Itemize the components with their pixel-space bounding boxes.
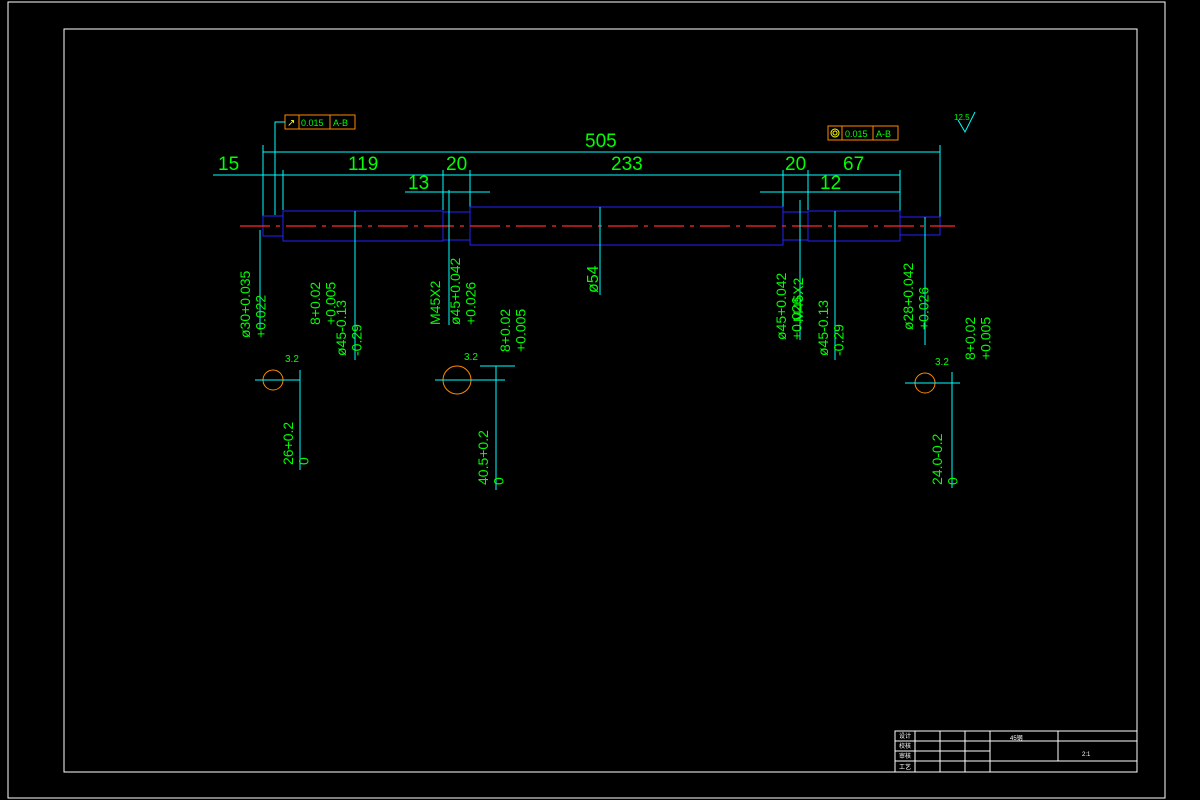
shaft-outline xyxy=(240,206,955,246)
dim-seg-20a: 20 xyxy=(446,154,467,175)
dim-left-end-dia: ø30+0.035+0.022 xyxy=(237,270,268,338)
dim-seg-233: 233 xyxy=(611,154,643,175)
dim-overall-length: 505 xyxy=(585,131,617,152)
section-view-1: 3.2 26+0.20 xyxy=(255,354,311,470)
section2-roughness: 3.2 xyxy=(464,352,478,363)
sheet-outer-border xyxy=(7,1,1166,799)
tb-scale: 2:1 xyxy=(1082,752,1091,758)
fcf-right-datum: A-B xyxy=(876,129,891,139)
dim-center-dia: ø54 xyxy=(585,265,602,293)
section-view-3: 3.2 24.0-0.20 8+0.02+0.005 xyxy=(905,317,993,488)
tb-material: 45钢 xyxy=(1010,734,1023,742)
dim-section2-width: 8+0.02+0.005 xyxy=(497,309,528,352)
fcf-left-datum: A-B xyxy=(333,118,348,128)
fcf-left: ↗ 0.015 A-B xyxy=(274,114,356,215)
tb-label-process: 工艺 xyxy=(899,763,911,771)
roughness-main: 12.5 xyxy=(954,111,976,134)
dim-seg-67: 67 xyxy=(843,154,864,175)
dim-right-bearing-dia: ø45-0.13-0.29 xyxy=(815,300,846,356)
dim-section1-key: 26+0.20 xyxy=(280,422,311,465)
dim-section3-width: 8+0.02+0.005 xyxy=(962,317,993,360)
dim-right-end-dia: ø28+0.042+0.026 xyxy=(900,262,931,330)
dim-left-thread: M45X2 xyxy=(427,280,443,325)
tb-label-check: 校核 xyxy=(899,742,911,750)
fcf-right-tol: 0.015 xyxy=(845,129,868,139)
dim-section3-key: 24.0-0.20 xyxy=(929,433,960,485)
dim-seg-20b: 20 xyxy=(785,154,806,175)
cad-drawing: 设计 校核 审核 工艺 45钢 2:1 ↗ 0.015 A-B 0.015 A-… xyxy=(7,1,1166,799)
section3-roughness: 3.2 xyxy=(935,357,949,368)
fcf-left-tol: 0.015 xyxy=(301,118,324,128)
roughness-main-value: 12.5 xyxy=(954,113,970,122)
dim-left-seat-dia: ø45+0.042+0.026 xyxy=(447,257,478,325)
section1-roughness: 3.2 xyxy=(285,354,299,365)
concentricity-icon xyxy=(830,128,840,138)
dim-seg-12: 12 xyxy=(820,173,841,194)
dim-left-tol2: 8+0.02+0.005 xyxy=(307,282,338,325)
dim-seg-13: 13 xyxy=(408,173,429,194)
dim-section2-key: 40.5+0.20 xyxy=(475,430,506,485)
section-view-2: 3.2 40.5+0.20 8+0.02+0.005 xyxy=(435,309,528,490)
dim-right-thread: M45X2 xyxy=(790,277,806,322)
fcf-right: 0.015 A-B xyxy=(827,125,899,141)
tb-label-approve: 审核 xyxy=(899,752,911,760)
tb-label-design: 设计 xyxy=(899,732,911,740)
dim-seg-15: 15 xyxy=(218,154,239,175)
circular-runout-icon: ↗ xyxy=(287,118,295,129)
dim-seg-119: 119 xyxy=(348,154,378,175)
title-block: 设计 校核 审核 工艺 45钢 2:1 xyxy=(894,730,1138,773)
